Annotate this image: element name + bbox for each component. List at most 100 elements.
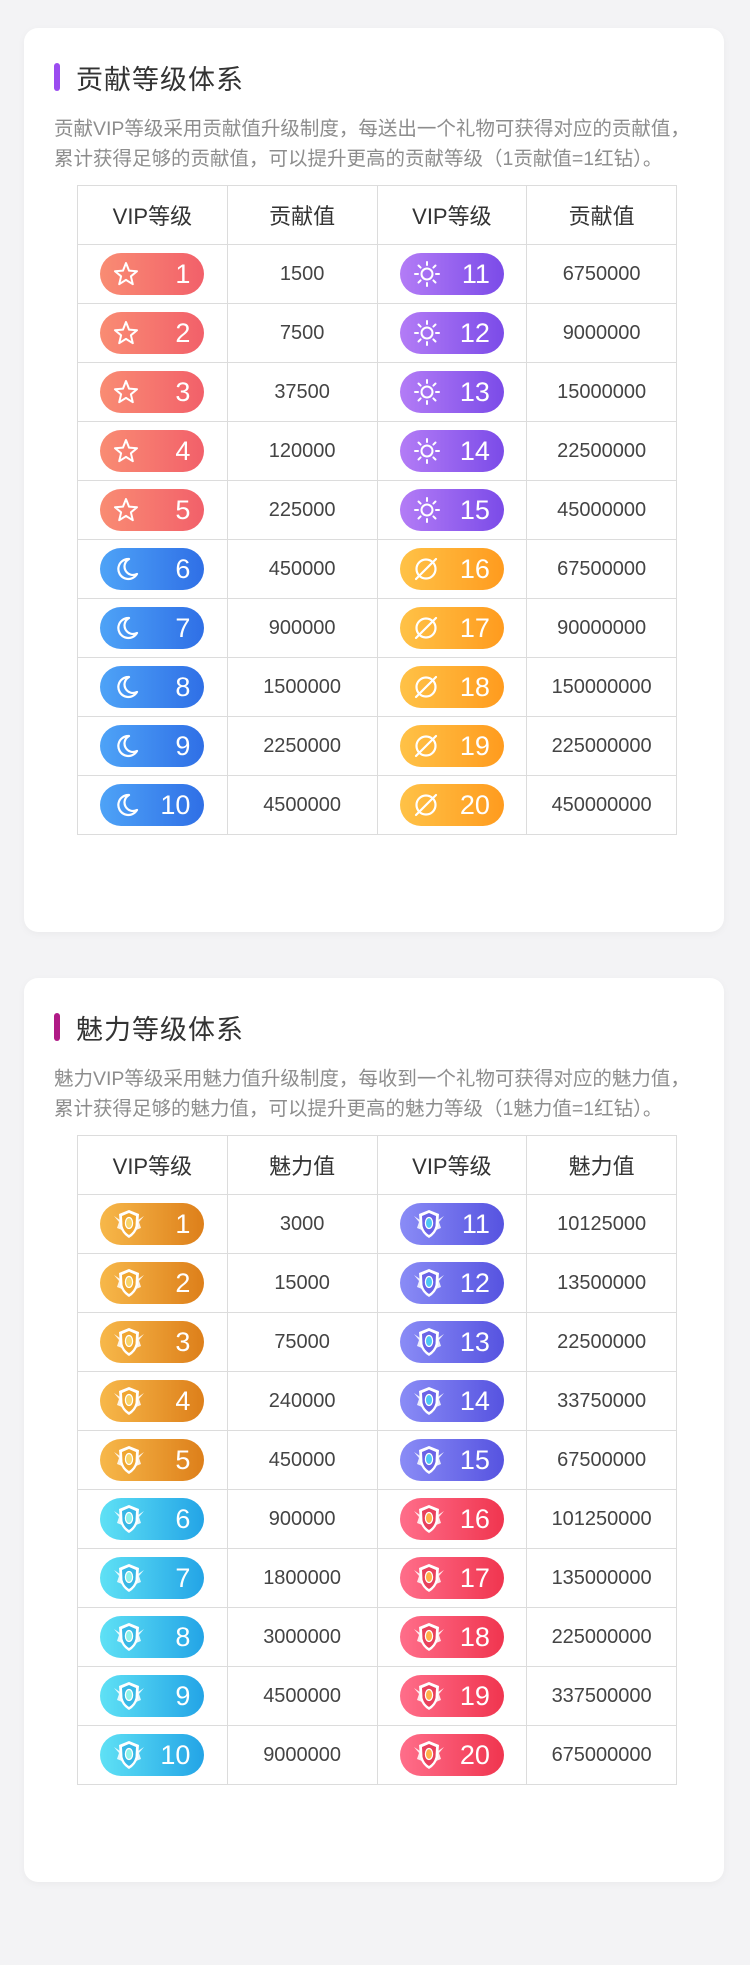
table-row: 9 4500000 19 337500000 [77,1666,677,1726]
vip-level-cell: 11 [376,1194,528,1254]
vip-level-number: 20 [459,789,490,820]
value-cell: 90000000 [526,598,677,658]
charm-table: VIP等级 魅力值 VIP等级 魅力值 1 3000 11 10125000 2 1500… [77,1135,677,1785]
sun-icon [412,318,442,348]
sun-icon [412,259,442,289]
vip-level-badge: 9 [100,1675,205,1717]
vip-level-badge: 12 [399,312,504,354]
moon-icon [112,673,140,701]
planet-icon [412,732,440,760]
vip-level-number: 19 [459,730,490,761]
vip-level-cell: 3 [77,362,228,422]
vip-level-badge: 18 [399,1616,504,1658]
shield-badge-icon [112,1739,146,1771]
vip-level-number: 11 [461,1208,490,1239]
contribution-table: VIP等级 贡献值 VIP等级 贡献值 1 1500 11 6750000 2 7500 1… [77,185,677,835]
vip-level-cell: 13 [376,362,528,422]
value-cell: 4500000 [226,775,378,835]
vip-level-number: 9 [175,1680,191,1711]
contribution-description: 贡献VIP等级采用贡献值升级制度，每送出一个礼物可获得对应的贡献值，累计获得足够… [54,118,690,170]
vip-level-badge: 19 [399,1675,504,1717]
value-cell: 4500000 [226,1666,378,1726]
header-contribution: 贡献值 [226,185,378,245]
vip-level-badge: 13 [399,1321,504,1363]
value-cell: 135000000 [526,1548,677,1608]
value-cell: 101250000 [526,1489,677,1549]
vip-level-cell: 12 [376,1253,528,1313]
value-cell: 2250000 [226,716,378,776]
vip-level-number: 6 [175,553,191,584]
moon-icon [112,555,140,583]
vip-level-cell: 20 [376,775,528,835]
vip-level-number: 11 [461,258,490,289]
header-vip-level: VIP等级 [376,185,528,245]
value-cell: 450000 [226,539,378,599]
vip-level-number: 1 [175,258,191,289]
vip-level-cell: 14 [376,421,528,481]
table-row: 2 7500 12 9000000 [77,303,677,363]
contribution-title-row: 贡献等级体系 [54,60,244,95]
header-charm: 魅力值 [226,1135,378,1195]
table-row: 5 450000 15 67500000 [77,1430,677,1490]
vip-level-number: 15 [459,494,490,525]
vip-level-badge: 11 [399,1203,504,1245]
table-row: 1 1500 11 6750000 [77,244,677,304]
value-cell: 1500000 [226,657,378,717]
vip-level-badge: 10 [100,784,205,826]
vip-level-cell: 12 [376,303,528,363]
vip-level-number: 13 [459,376,490,407]
table-row: 5 225000 15 45000000 [77,480,677,540]
value-cell: 13500000 [526,1253,677,1313]
shield-badge-icon [112,1621,146,1653]
star-icon [112,260,140,288]
sun-icon [412,377,442,407]
value-cell: 33750000 [526,1371,677,1431]
vip-level-badge: 19 [399,725,504,767]
star-icon [112,437,140,465]
vip-level-badge: 11 [399,253,504,295]
vip-level-number: 12 [459,317,490,348]
vip-level-badge: 15 [399,489,504,531]
value-cell: 75000 [226,1312,378,1372]
star-icon [112,378,140,406]
vip-level-badge: 14 [399,430,504,472]
value-cell: 337500000 [526,1666,677,1726]
vip-level-badge: 7 [100,1557,205,1599]
star-icon [112,319,140,347]
value-cell: 900000 [226,598,378,658]
table-row: 2 15000 12 13500000 [77,1253,677,1313]
shield-badge-icon [112,1680,146,1712]
table-row: 10 4500000 20 450000000 [77,775,677,835]
sun-icon [412,436,442,466]
vip-level-badge: 8 [100,1616,205,1658]
vip-level-cell: 9 [77,1666,228,1726]
vip-level-number: 8 [175,671,191,702]
vip-level-cell: 11 [376,244,528,304]
value-cell: 900000 [226,1489,378,1549]
vip-level-number: 3 [175,376,191,407]
header-vip-level: VIP等级 [77,1135,228,1195]
vip-level-number: 4 [175,1385,191,1416]
vip-level-number: 7 [175,612,191,643]
vip-level-cell: 17 [376,1548,528,1608]
vip-level-badge: 16 [399,548,504,590]
vip-level-number: 4 [175,435,191,466]
value-cell: 22500000 [526,1312,677,1372]
vip-level-badge: 15 [399,1439,504,1481]
value-cell: 1500 [226,244,378,304]
sun-icon [412,495,442,525]
shield-badge-icon [412,1444,446,1476]
planet-icon [412,614,440,642]
vip-level-badge: 10 [100,1734,205,1776]
vip-level-badge: 12 [399,1262,504,1304]
vip-level-number: 10 [160,789,191,820]
planet-icon [412,673,440,701]
shield-badge-icon [112,1208,146,1240]
moon-icon [112,791,140,819]
shield-badge-icon [412,1385,446,1417]
title-accent-bar [54,1013,60,1041]
vip-level-cell: 18 [376,1607,528,1667]
vip-level-cell: 2 [77,1253,228,1313]
vip-level-badge: 6 [100,1498,205,1540]
value-cell: 10125000 [526,1194,677,1254]
